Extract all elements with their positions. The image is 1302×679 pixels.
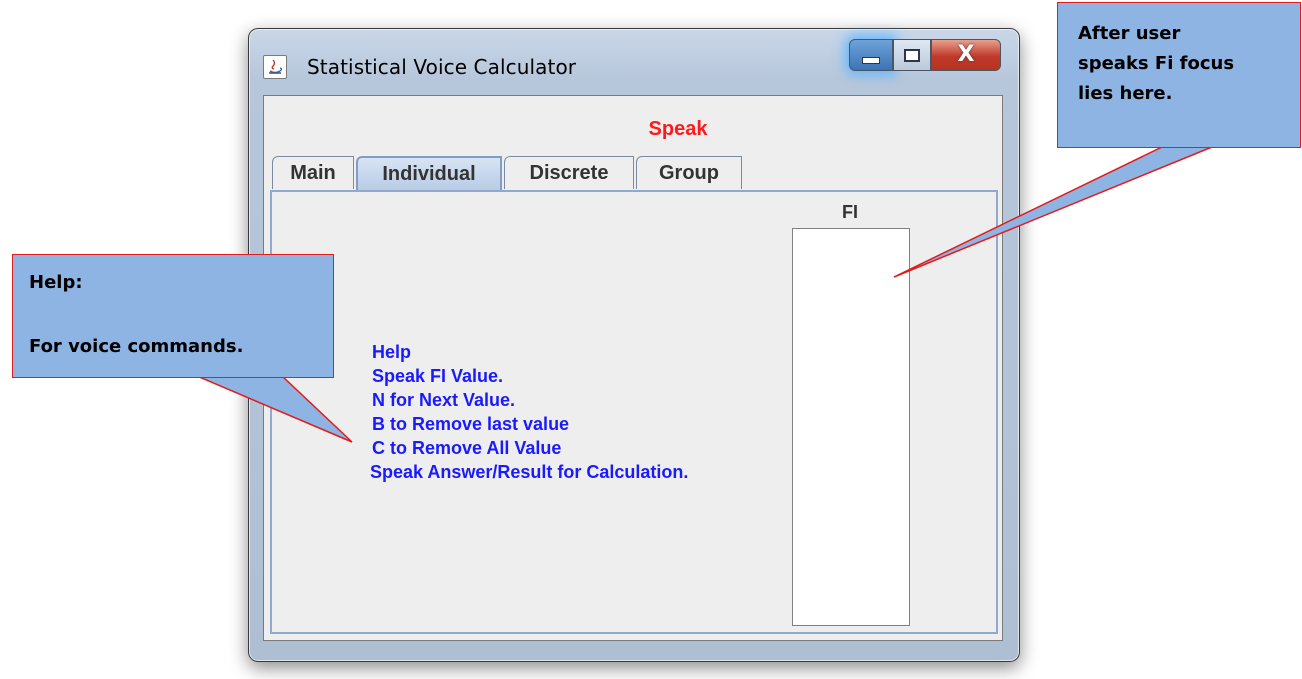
maximize-icon — [904, 48, 920, 62]
focus-callout-line: lies here. — [1078, 83, 1173, 104]
fi-input-list[interactable] — [792, 228, 910, 626]
help-line-title: Help — [372, 342, 412, 362]
minimize-button[interactable] — [849, 39, 893, 71]
client-area: Speak Main Individual Discrete Group FI … — [263, 95, 1003, 641]
tab-bar: Main Individual Discrete Group — [272, 156, 744, 190]
window-controls: X — [849, 39, 1001, 75]
java-app-icon — [263, 55, 287, 79]
help-line-remove-last: B to Remove last value — [372, 414, 570, 434]
fi-label: FI — [842, 202, 858, 222]
help-callout-line: Help: — [29, 272, 83, 293]
help-callout: Help: For voice commands. — [12, 254, 334, 378]
focus-callout-line: After user — [1078, 23, 1181, 44]
tab-main[interactable]: Main — [272, 156, 354, 189]
focus-callout: After user speaks Fi focus lies here. — [1057, 2, 1301, 148]
window-title: Statistical Voice Calculator — [307, 55, 577, 79]
individual-panel: FI Help Speak FI Value. N for Next Value… — [270, 190, 998, 634]
tab-discrete[interactable]: Discrete — [504, 156, 634, 189]
speak-status: Speak — [648, 118, 708, 140]
app-window: Statistical Voice Calculator X Speak Mai… — [248, 28, 1020, 662]
maximize-button[interactable] — [893, 39, 931, 71]
close-button[interactable]: X — [931, 39, 1001, 71]
tab-group[interactable]: Group — [636, 156, 742, 189]
title-bar[interactable]: Statistical Voice Calculator X — [249, 29, 1019, 93]
focus-callout-line: speaks Fi focus — [1078, 53, 1235, 74]
close-icon: X — [957, 42, 975, 67]
help-commands: Help Speak FI Value. N for Next Value. B… — [370, 340, 689, 484]
help-line-next: N for Next Value. — [372, 390, 516, 410]
help-line-speak-fi: Speak FI Value. — [372, 366, 504, 386]
help-line-remove-all: C to Remove All Value — [372, 438, 562, 458]
tab-individual[interactable]: Individual — [356, 156, 502, 190]
minimize-icon — [862, 56, 880, 64]
help-line-answer: Speak Answer/Result for Calculation. — [370, 462, 689, 482]
help-callout-line: For voice commands. — [29, 336, 244, 357]
